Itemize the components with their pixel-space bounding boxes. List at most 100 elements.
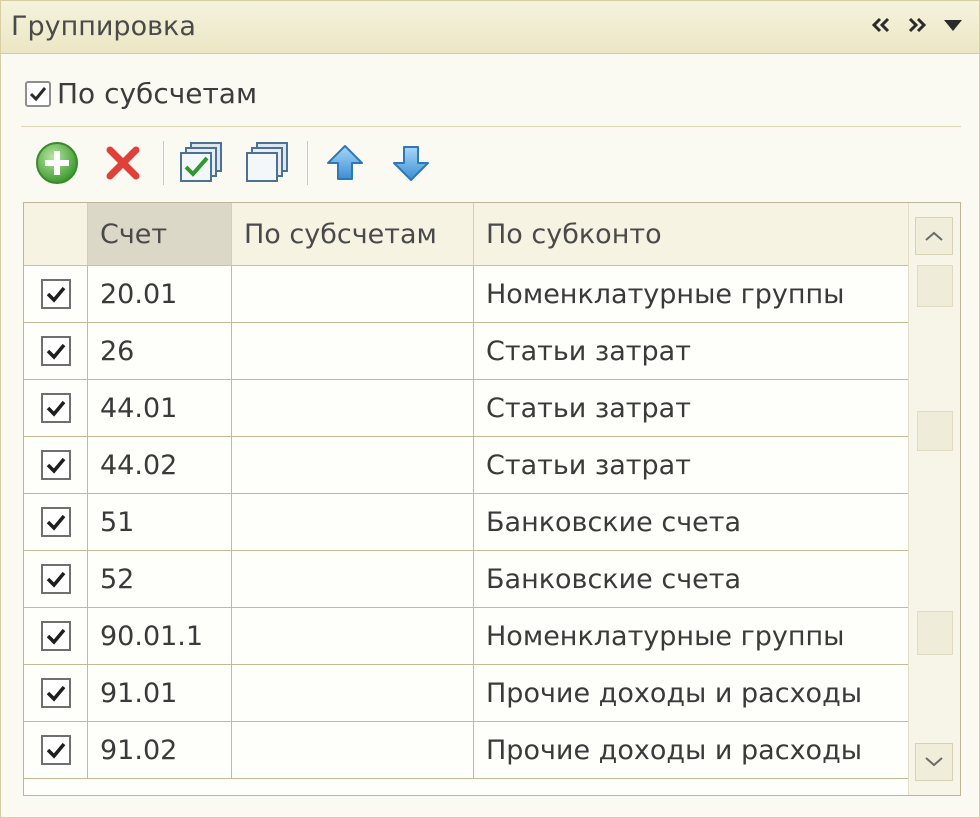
arrow-down-icon bbox=[393, 146, 429, 181]
account-cell[interactable]: 91.01 bbox=[88, 665, 232, 721]
table-row[interactable]: 91.02 Прочие доходы и расходы bbox=[24, 722, 908, 779]
row-checkbox[interactable] bbox=[40, 621, 71, 651]
account-cell[interactable]: 44.02 bbox=[88, 437, 232, 493]
row-checkbox[interactable] bbox=[40, 564, 71, 594]
by-subconto-cell[interactable]: Статьи затрат bbox=[474, 437, 908, 493]
divider bbox=[21, 126, 961, 127]
scroll-track-segment[interactable] bbox=[917, 611, 953, 655]
table-row[interactable]: 90.01.1 Номенклатурные группы bbox=[24, 608, 908, 665]
table-row[interactable]: 52 Банковские счета bbox=[24, 551, 908, 608]
chevron-down-icon bbox=[925, 757, 943, 767]
row-check-cell bbox=[24, 551, 88, 607]
table-header: Счет По субсчетам По субконто bbox=[24, 203, 908, 266]
column-header-check[interactable] bbox=[24, 203, 88, 265]
arrow-up-icon bbox=[327, 145, 363, 180]
row-check-cell bbox=[24, 323, 88, 379]
table-row[interactable]: 26 Статьи затрат bbox=[24, 323, 908, 380]
column-header-by-subconto[interactable]: По субконто bbox=[474, 203, 908, 265]
scroll-track-segment[interactable] bbox=[917, 265, 953, 307]
by-subconto-cell[interactable]: Банковские счета bbox=[474, 551, 908, 607]
vertical-scrollbar[interactable] bbox=[908, 203, 960, 795]
move-down-button[interactable] bbox=[385, 137, 437, 189]
dropdown-icon[interactable] bbox=[943, 13, 963, 37]
check-all-icon bbox=[180, 142, 222, 182]
move-up-button[interactable] bbox=[319, 137, 371, 189]
account-cell[interactable]: 91.02 bbox=[88, 722, 232, 778]
row-checkbox[interactable] bbox=[40, 507, 71, 537]
by-subaccounts-cell[interactable] bbox=[232, 722, 474, 778]
row-check-cell bbox=[24, 665, 88, 721]
uncheck-all-button[interactable] bbox=[241, 137, 293, 189]
table-row[interactable]: 44.02 Статьи затрат bbox=[24, 437, 908, 494]
table-row[interactable]: 51 Банковские счета bbox=[24, 494, 908, 551]
row-checkbox[interactable] bbox=[40, 678, 71, 708]
grouping-panel: Группировка По субсчетам Счет По субсчет… bbox=[0, 0, 980, 818]
uncheck-all-icon bbox=[246, 142, 288, 182]
column-header-account[interactable]: Счет bbox=[88, 203, 232, 265]
by-subaccounts-cell[interactable] bbox=[232, 551, 474, 607]
by-subaccounts-cell[interactable] bbox=[232, 323, 474, 379]
table-row[interactable]: 20.01 Номенклатурные группы bbox=[24, 266, 908, 323]
row-checkbox[interactable] bbox=[40, 393, 71, 423]
row-check-cell bbox=[24, 722, 88, 778]
account-cell[interactable]: 52 bbox=[88, 551, 232, 607]
column-header-by-subaccounts[interactable]: По субсчетам bbox=[232, 203, 474, 265]
account-cell[interactable]: 26 bbox=[88, 323, 232, 379]
check-all-button[interactable] bbox=[175, 137, 227, 189]
row-checkbox[interactable] bbox=[40, 735, 71, 765]
by-subaccounts-cell[interactable] bbox=[232, 380, 474, 436]
collapse-left-icon[interactable] bbox=[871, 13, 891, 37]
row-check-cell bbox=[24, 494, 88, 550]
checkmark-icon bbox=[46, 457, 65, 474]
row-check-cell bbox=[24, 608, 88, 664]
toolbar bbox=[31, 137, 451, 189]
by-subconto-cell[interactable]: Статьи затрат bbox=[474, 323, 908, 379]
add-button[interactable] bbox=[31, 137, 83, 189]
checkmark-icon bbox=[46, 286, 65, 303]
by-subconto-cell[interactable]: Статьи затрат bbox=[474, 380, 908, 436]
checkmark-icon bbox=[46, 742, 65, 759]
title-controls bbox=[871, 13, 963, 37]
scroll-thumb[interactable] bbox=[917, 411, 953, 451]
checkmark-icon bbox=[46, 400, 65, 417]
by-subaccounts-cell[interactable] bbox=[232, 494, 474, 550]
row-checkbox[interactable] bbox=[40, 450, 71, 480]
account-cell[interactable]: 51 bbox=[88, 494, 232, 550]
toolbar-separator bbox=[163, 141, 165, 185]
checkmark-icon bbox=[46, 685, 65, 702]
by-subconto-cell[interactable]: Номенклатурные группы bbox=[474, 266, 908, 322]
scroll-down-button[interactable] bbox=[915, 743, 953, 781]
by-subaccounts-cell[interactable] bbox=[232, 608, 474, 664]
by-subaccounts-cell[interactable] bbox=[232, 266, 474, 322]
by-subaccounts-cell[interactable] bbox=[232, 665, 474, 721]
by-subaccounts-cell[interactable] bbox=[232, 437, 474, 493]
table-row[interactable]: 44.01 Статьи затрат bbox=[24, 380, 908, 437]
table-row[interactable]: 91.01 Прочие доходы и расходы bbox=[24, 665, 908, 722]
by-subconto-cell[interactable]: Номенклатурные группы bbox=[474, 608, 908, 664]
expand-right-icon[interactable] bbox=[907, 13, 927, 37]
checkmark-icon bbox=[46, 343, 65, 360]
by-subaccounts-option[interactable]: По субсчетам bbox=[25, 77, 257, 110]
delete-button[interactable] bbox=[97, 137, 149, 189]
by-subaccounts-label: По субсчетам bbox=[57, 77, 258, 110]
row-check-cell bbox=[24, 380, 88, 436]
account-cell[interactable]: 90.01.1 bbox=[88, 608, 232, 664]
by-subconto-cell[interactable]: Банковские счета bbox=[474, 494, 908, 550]
row-checkbox[interactable] bbox=[40, 279, 71, 309]
chevron-up-icon bbox=[925, 231, 943, 241]
panel-title: Группировка bbox=[11, 11, 196, 42]
row-check-cell bbox=[24, 437, 88, 493]
account-cell[interactable]: 20.01 bbox=[88, 266, 232, 322]
checkmark-icon bbox=[46, 514, 65, 531]
row-checkbox[interactable] bbox=[40, 336, 71, 366]
by-subconto-cell[interactable]: Прочие доходы и расходы bbox=[474, 665, 908, 721]
plus-circle-icon bbox=[36, 142, 78, 184]
panel-titlebar: Группировка bbox=[1, 1, 979, 54]
scroll-up-button[interactable] bbox=[915, 217, 953, 255]
account-cell[interactable]: 44.01 bbox=[88, 380, 232, 436]
by-subconto-cell[interactable]: Прочие доходы и расходы bbox=[474, 722, 908, 778]
by-subaccounts-checkbox[interactable] bbox=[25, 80, 51, 107]
row-check-cell bbox=[24, 266, 88, 322]
grouping-table: Счет По субсчетам По субконто 20.01 Номен… bbox=[23, 202, 961, 796]
checkmark-icon bbox=[46, 571, 65, 588]
